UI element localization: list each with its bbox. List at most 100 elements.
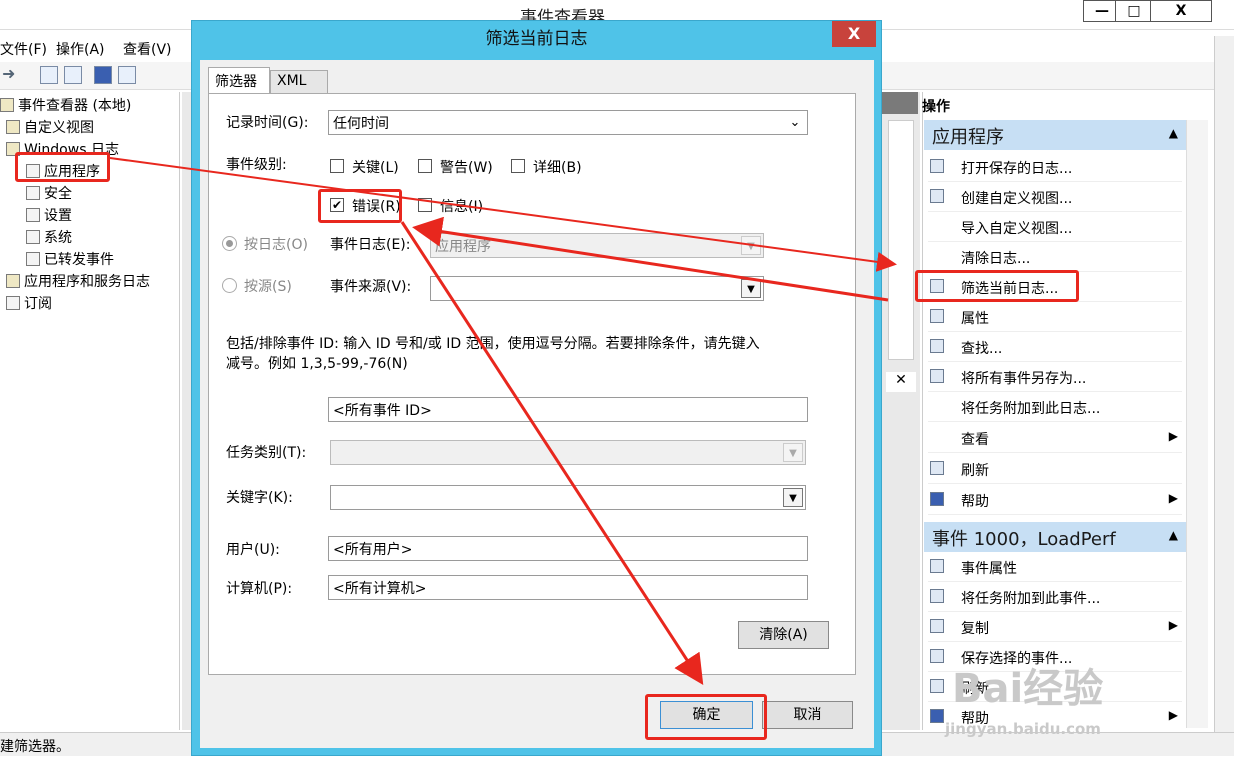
dialog-title: 筛选当前日志 (485, 29, 588, 49)
folder-up-icon[interactable] (40, 66, 58, 84)
logged-label: 记录时间(G): (226, 115, 309, 131)
action-import-custom-view[interactable]: 导入自定义视图... (928, 212, 1182, 242)
tree-item-system[interactable]: 系统 (26, 227, 72, 247)
chevron-down-icon: ▼ (783, 488, 803, 507)
warning-label: 警告(W) (440, 160, 493, 176)
keywords-label: 关键字(K): (226, 490, 293, 506)
chevron-down-icon: ▼ (741, 279, 761, 298)
event-source-select[interactable]: ▼ (430, 276, 764, 301)
show-tree-icon[interactable] (64, 66, 82, 84)
logged-select[interactable]: 任何时间 ⌄ (328, 110, 808, 135)
task-icon (930, 589, 944, 603)
tree-item-security[interactable]: 安全 (26, 183, 72, 203)
event-logs-label: 事件日志(E): (330, 237, 411, 253)
info-label: 信息(I) (440, 199, 484, 215)
action-attach-task-event[interactable]: 将任务附加到此事件... (928, 582, 1182, 612)
navigation-tree: 事件查看器 (本地) 自定义视图 Windows 日志 应用程序 安全 设置 系… (0, 92, 180, 730)
collapse-icon[interactable]: ▲ (1169, 126, 1178, 140)
chevron-down-icon: ⌄ (789, 115, 801, 130)
properties-icon (930, 559, 944, 573)
critical-checkbox[interactable] (330, 159, 344, 173)
submenu-arrow-icon: ▶ (1168, 429, 1178, 443)
folder-open-icon (930, 159, 944, 173)
task-category-select[interactable]: ▼ (330, 440, 806, 465)
binoculars-icon (930, 339, 944, 353)
computer-input[interactable]: <所有计算机> (328, 575, 808, 600)
tree-item-setup[interactable]: 设置 (26, 205, 72, 225)
action-help[interactable]: 帮助 ▶ (928, 485, 1182, 515)
help-icon (930, 709, 944, 723)
keywords-select[interactable]: ▼ (330, 485, 806, 510)
verbose-label: 详细(B) (533, 160, 582, 176)
by-log-label: 按日志(O) (244, 237, 308, 253)
tree-item-app-service-logs[interactable]: 应用程序和服务日志 (6, 271, 150, 291)
submenu-arrow-icon: ▶ (1168, 618, 1178, 632)
action-clear-log[interactable]: 清除日志... (928, 242, 1182, 272)
action-create-custom-view[interactable]: 创建自定义视图... (928, 182, 1182, 212)
action-properties[interactable]: 属性 (928, 302, 1182, 332)
user-input[interactable]: <所有用户> (328, 536, 808, 561)
help-icon (930, 492, 944, 506)
actions-scrollbar[interactable] (1186, 120, 1208, 728)
refresh-icon (930, 679, 944, 693)
dialog-close-button[interactable]: X (832, 21, 876, 47)
by-log-radio[interactable] (222, 236, 237, 251)
filter-icon (930, 189, 944, 203)
action-copy[interactable]: 复制 ▶ (928, 612, 1182, 642)
event-logs-select[interactable]: 应用程序 ▼ (430, 233, 764, 258)
help-icon[interactable] (94, 66, 112, 84)
action-refresh[interactable]: 刷新 (928, 454, 1182, 484)
refresh-icon (930, 461, 944, 475)
tab-filter[interactable]: 筛选器 (208, 67, 270, 94)
info-checkbox[interactable] (418, 198, 432, 212)
copy-icon (930, 619, 944, 633)
computer-label: 计算机(P): (226, 581, 293, 597)
center-scrollbar[interactable] (888, 120, 914, 360)
collapse-icon[interactable]: ▲ (1169, 528, 1178, 542)
tree-item-custom-views[interactable]: 自定义视图 (6, 117, 94, 137)
show-action-pane-icon[interactable] (118, 66, 136, 84)
log-icon (26, 252, 40, 266)
maximize-button[interactable]: □ (1115, 0, 1153, 22)
tab-xml[interactable]: XML (270, 70, 328, 94)
properties-icon (930, 309, 944, 323)
menu-file[interactable]: 文件(F) (0, 39, 47, 59)
action-view[interactable]: 查看 ▶ (928, 423, 1182, 453)
log-icon (26, 186, 40, 200)
event-id-description: 包括/排除事件 ID: 输入 ID 号和/或 ID 范围，使用逗号分隔。若要排除… (226, 336, 760, 372)
by-source-radio[interactable] (222, 278, 237, 293)
window-scrollbar[interactable] (1214, 36, 1234, 756)
close-detail-icon[interactable]: ✕ (886, 372, 916, 392)
action-save-all-events[interactable]: 将所有事件另存为... (928, 362, 1182, 392)
action-find[interactable]: 查找... (928, 332, 1182, 362)
event-level-label: 事件级别: (226, 157, 287, 173)
tree-item-forwarded[interactable]: 已转发事件 (26, 249, 114, 269)
action-open-saved-log[interactable]: 打开保存的日志... (928, 152, 1182, 182)
tree-item-root[interactable]: 事件查看器 (本地) (0, 95, 131, 115)
folder-icon (6, 274, 20, 288)
status-text: 建筛选器。 (0, 739, 70, 755)
event-id-input[interactable]: <所有事件 ID> (328, 397, 808, 422)
verbose-checkbox[interactable] (511, 159, 525, 173)
back-icon[interactable]: ➜ (2, 64, 15, 83)
menu-action[interactable]: 操作(A) (56, 39, 105, 59)
actions-header: 操作 (922, 99, 950, 115)
watermark-brand: Bai经验 (952, 666, 1104, 712)
log-icon (26, 208, 40, 222)
cancel-button[interactable]: 取消 (762, 701, 853, 729)
actions-section-event[interactable]: 事件 1000，LoadPerf ▲ (924, 522, 1186, 552)
actions-section-application[interactable]: 应用程序 ▲ (924, 120, 1186, 150)
action-event-properties[interactable]: 事件属性 (928, 552, 1182, 582)
submenu-arrow-icon: ▶ (1168, 708, 1178, 722)
save-icon (930, 649, 944, 663)
critical-label: 关键(L) (352, 160, 399, 176)
warning-checkbox[interactable] (418, 159, 432, 173)
log-icon (26, 230, 40, 244)
chevron-down-icon: ▼ (741, 236, 761, 255)
menu-view[interactable]: 查看(V) (123, 39, 172, 59)
clear-button[interactable]: 清除(A) (738, 621, 829, 649)
action-attach-task-log[interactable]: 将任务附加到此日志... (928, 392, 1182, 422)
tree-item-subscriptions[interactable]: 订阅 (6, 293, 52, 313)
close-window-button[interactable]: X (1150, 0, 1212, 22)
highlight-ok-button (645, 694, 767, 740)
